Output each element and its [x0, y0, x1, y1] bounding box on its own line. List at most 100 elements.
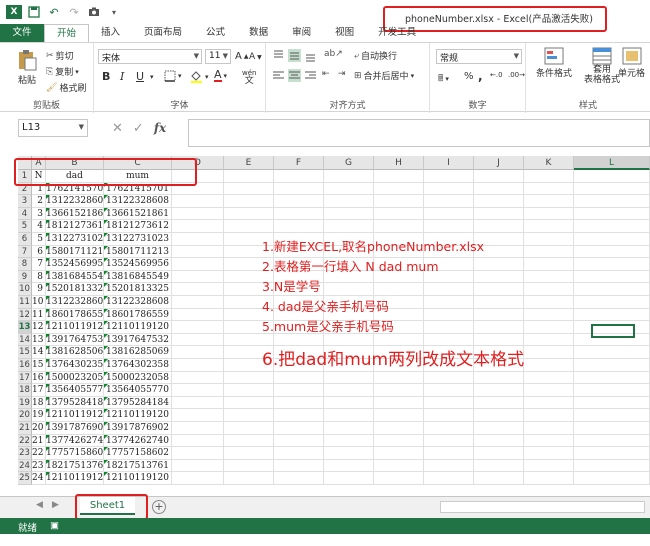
- row-header[interactable]: 8: [18, 258, 32, 271]
- empty-cell[interactable]: [324, 195, 374, 208]
- column-header-h[interactable]: H: [374, 156, 424, 170]
- empty-cell[interactable]: [172, 371, 224, 385]
- row-header[interactable]: 7: [18, 245, 32, 259]
- id-cell[interactable]: 15: [32, 359, 46, 372]
- align-center-button[interactable]: [288, 69, 301, 82]
- empty-cell[interactable]: [374, 447, 424, 460]
- mum-phone-cell[interactable]: 13122328608: [104, 195, 172, 208]
- empty-cell[interactable]: [524, 170, 574, 183]
- align-top-button[interactable]: [272, 49, 285, 62]
- wrap-text-button[interactable]: ⤶ 自动换行: [354, 49, 397, 63]
- mum-phone-cell[interactable]: 12110119120: [104, 472, 172, 485]
- accounting-format-button[interactable]: 🖩 ▾: [438, 71, 449, 87]
- empty-cell[interactable]: [424, 384, 474, 397]
- mum-phone-cell[interactable]: 13917876902: [104, 422, 172, 435]
- id-cell[interactable]: 5: [32, 233, 46, 246]
- empty-cell[interactable]: [324, 396, 374, 410]
- conditional-format-button[interactable]: 条件格式: [536, 47, 572, 79]
- empty-cell[interactable]: [424, 195, 474, 208]
- id-cell[interactable]: 21: [32, 434, 46, 448]
- empty-cell[interactable]: [172, 333, 224, 347]
- dad-phone-cell[interactable]: 13795284184: [46, 396, 104, 410]
- horizontal-scrollbar[interactable]: [440, 501, 645, 513]
- empty-cell[interactable]: [374, 422, 424, 435]
- column-header-i[interactable]: I: [424, 156, 474, 170]
- empty-cell[interactable]: [324, 283, 374, 296]
- insert-function-icon[interactable]: fx: [154, 121, 166, 135]
- row-header[interactable]: 22: [18, 434, 32, 448]
- column-header-e[interactable]: E: [224, 156, 274, 170]
- empty-cell[interactable]: [274, 371, 324, 385]
- align-right-button[interactable]: [304, 69, 317, 82]
- empty-cell[interactable]: [172, 422, 224, 435]
- underline-button[interactable]: U: [136, 70, 144, 83]
- empty-cell[interactable]: [524, 333, 574, 347]
- empty-cell[interactable]: [274, 447, 324, 460]
- empty-cell[interactable]: [474, 422, 524, 435]
- empty-cell[interactable]: [524, 472, 574, 485]
- empty-cell[interactable]: [524, 359, 574, 372]
- dad-phone-cell[interactable]: 12110119120: [46, 409, 104, 422]
- empty-cell[interactable]: [224, 170, 274, 183]
- copy-button[interactable]: ⎘ 复制 ▾: [46, 65, 79, 79]
- empty-cell[interactable]: [324, 409, 374, 422]
- empty-cell[interactable]: [324, 472, 374, 485]
- empty-cell[interactable]: [574, 283, 650, 296]
- empty-cell[interactable]: [274, 170, 324, 183]
- empty-cell[interactable]: [172, 472, 224, 485]
- phonetic-button[interactable]: wén 文: [242, 69, 256, 86]
- dad-phone-cell[interactable]: 12110119120: [46, 321, 104, 334]
- empty-cell[interactable]: [424, 308, 474, 322]
- empty-cell[interactable]: [524, 258, 574, 271]
- empty-cell[interactable]: [474, 384, 524, 397]
- empty-cell[interactable]: [324, 207, 374, 221]
- dad-phone-cell[interactable]: 15000232058: [46, 371, 104, 385]
- confirm-icon[interactable]: ✓: [133, 121, 144, 136]
- empty-cell[interactable]: [224, 396, 274, 410]
- comma-button[interactable]: ,: [478, 69, 483, 83]
- empty-cell[interactable]: [574, 346, 650, 359]
- prev-sheet-icon[interactable]: ◀: [36, 500, 43, 510]
- empty-cell[interactable]: [374, 170, 424, 183]
- mum-phone-cell[interactable]: 13774262740: [104, 434, 172, 448]
- empty-cell[interactable]: [172, 296, 224, 309]
- empty-cell[interactable]: [424, 396, 474, 410]
- dad-phone-cell[interactable]: 18217513761: [46, 459, 104, 473]
- empty-cell[interactable]: [424, 434, 474, 448]
- id-cell[interactable]: 7: [32, 258, 46, 271]
- column-header-k[interactable]: K: [524, 156, 574, 170]
- empty-cell[interactable]: [224, 207, 274, 221]
- number-format-combo[interactable]: 常规 ▼: [436, 49, 522, 64]
- empty-cell[interactable]: [324, 170, 374, 183]
- empty-cell[interactable]: [474, 195, 524, 208]
- empty-cell[interactable]: [574, 371, 650, 385]
- row-header[interactable]: 24: [18, 459, 32, 473]
- empty-cell[interactable]: [424, 422, 474, 435]
- empty-cell[interactable]: [324, 182, 374, 196]
- row-header[interactable]: 10: [18, 283, 32, 296]
- tab-view[interactable]: 视图: [323, 24, 366, 42]
- cancel-icon[interactable]: ✕: [112, 121, 123, 136]
- mum-phone-cell[interactable]: 13661521861: [104, 207, 172, 221]
- empty-cell[interactable]: [374, 459, 424, 473]
- empty-cell[interactable]: [574, 459, 650, 473]
- tab-insert[interactable]: 插入: [89, 24, 132, 42]
- id-cell[interactable]: 10: [32, 296, 46, 309]
- empty-cell[interactable]: [524, 409, 574, 422]
- empty-cell[interactable]: [474, 409, 524, 422]
- paste-button[interactable]: 粘贴: [16, 49, 38, 86]
- empty-cell[interactable]: [424, 170, 474, 183]
- row-header[interactable]: 17: [18, 371, 32, 385]
- empty-cell[interactable]: [324, 459, 374, 473]
- align-middle-button[interactable]: [288, 49, 301, 62]
- empty-cell[interactable]: [524, 447, 574, 460]
- macro-record-icon[interactable]: ▣: [50, 520, 59, 531]
- empty-cell[interactable]: [172, 384, 224, 397]
- empty-cell[interactable]: [172, 459, 224, 473]
- empty-cell[interactable]: [474, 447, 524, 460]
- mum-phone-cell[interactable]: 13795284184: [104, 396, 172, 410]
- empty-cell[interactable]: [274, 409, 324, 422]
- empty-cell[interactable]: [574, 409, 650, 422]
- empty-cell[interactable]: [172, 220, 224, 233]
- id-cell[interactable]: 14: [32, 346, 46, 359]
